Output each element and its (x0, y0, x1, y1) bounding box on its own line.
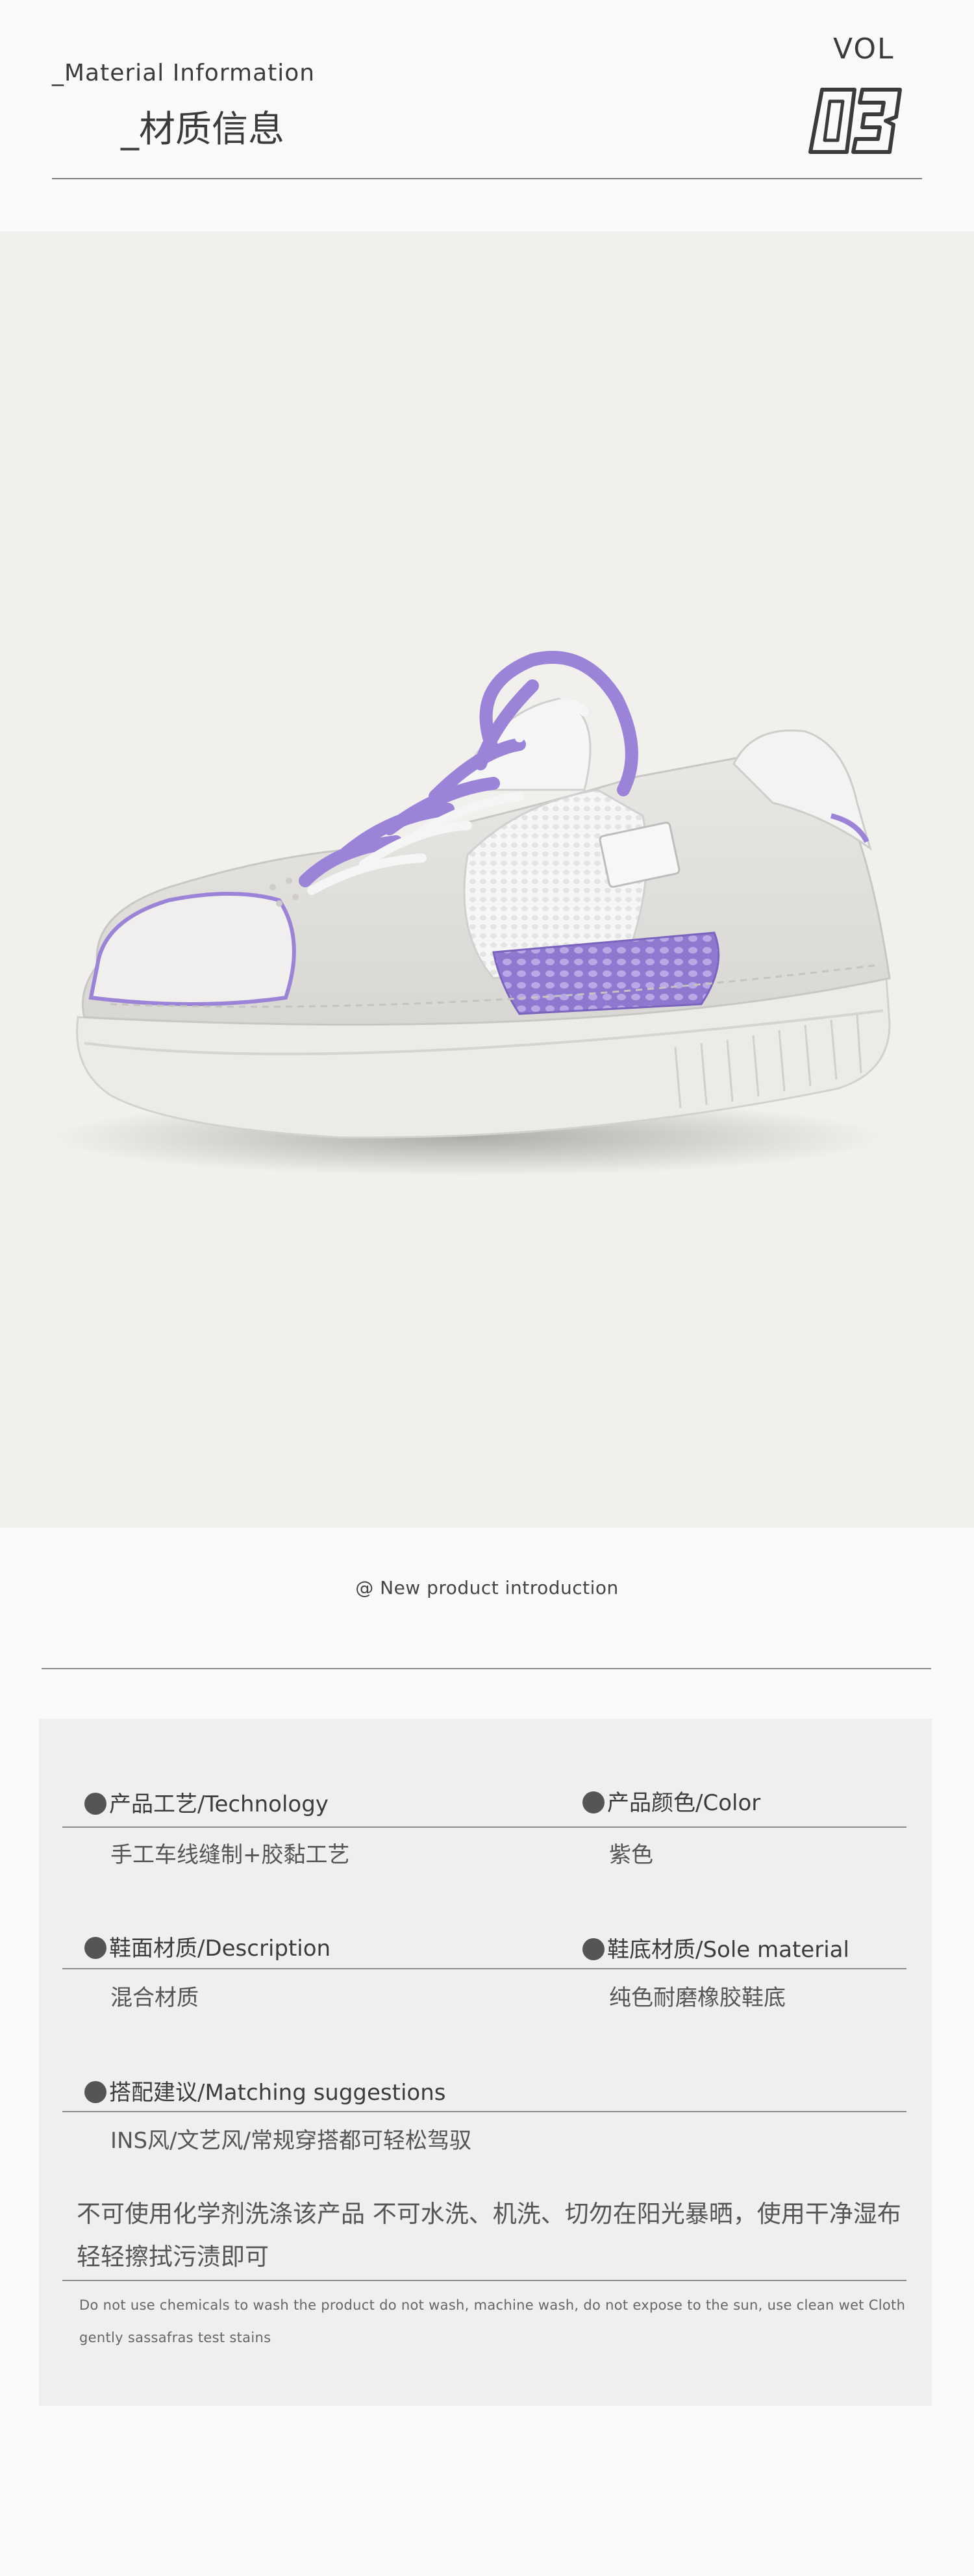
sole-material-label: 鞋底材质/Sole material (582, 1932, 849, 1964)
row-divider (62, 1826, 906, 1828)
vol-label: VOL (833, 32, 895, 66)
matching-label: 搭配建议/Matching suggestions (84, 2075, 445, 2106)
row-divider (62, 1968, 906, 1969)
technology-label: 产品工艺/Technology (84, 1786, 329, 1818)
care-divider (62, 2280, 906, 2281)
bullet-dot-icon (84, 1937, 106, 1959)
photo-caption: @ New product introduction (355, 1577, 619, 1598)
sole-material-value: 纯色耐磨橡胶鞋底 (609, 1985, 786, 2011)
upper-material-label: 鞋面材质/Description (84, 1930, 331, 1962)
section-title-en: _Material Information (52, 60, 316, 86)
upper-material-value: 混合材质 (110, 1985, 199, 2011)
product-photo (0, 231, 974, 1528)
section-title-cn: _材质信息 (121, 108, 284, 151)
vol-number-graphic (808, 88, 902, 154)
row-divider (62, 2111, 906, 2112)
caption-divider (42, 1668, 931, 1669)
sneaker-illustration (52, 651, 891, 1176)
care-instructions-cn: 不可使用化学剂洗涤该产品 不可水洗、机洗、切勿在阳光暴晒，使用干净湿布轻轻擦拭污… (77, 2200, 901, 2271)
care-instructions-en: Do not use chemicals to wash the product… (79, 2297, 906, 2345)
matching-value: INS风/文艺风/常规穿搭都可轻松驾驭 (110, 2128, 471, 2154)
color-label: 产品颜色/Color (582, 1785, 760, 1817)
bullet-dot-icon (582, 1791, 605, 1813)
bullet-dot-icon (84, 1793, 106, 1815)
color-value: 紫色 (609, 1842, 653, 1868)
bullet-dot-icon (582, 1938, 605, 1960)
header-divider (52, 178, 922, 179)
bullet-dot-icon (84, 2081, 106, 2103)
technology-value: 手工车线缝制+胶黏工艺 (110, 1842, 350, 1868)
